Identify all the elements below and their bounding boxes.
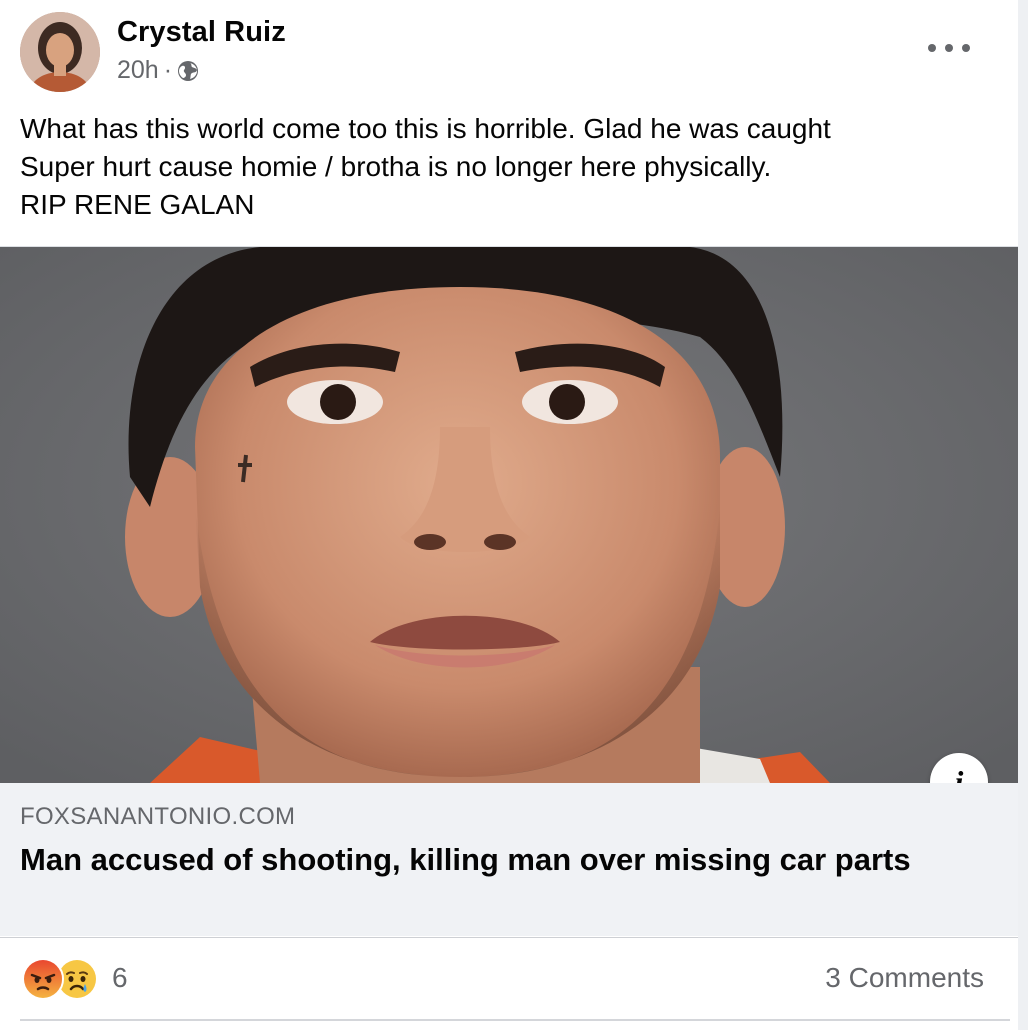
globe-icon[interactable] (177, 60, 199, 82)
post-timestamp[interactable]: 20h (117, 56, 159, 85)
author-avatar[interactable] (20, 12, 100, 92)
facebook-post: Crystal Ruiz 20h · What has this world c… (0, 0, 1018, 1030)
more-options-icon[interactable] (928, 38, 970, 58)
link-preview-card[interactable]: i FOXSANANTONIO.COM Man accused of shoot… (0, 246, 1018, 938)
reaction-icons[interactable] (22, 958, 102, 1000)
reactions-bar: 6 3 Comments (0, 936, 1018, 1022)
link-domain: FOXSANANTONIO.COM (20, 803, 296, 830)
more-dot (928, 44, 936, 52)
link-preview-footer[interactable]: FOXSANANTONIO.COM Man accused of shootin… (0, 783, 1018, 936)
post-text: What has this world come too this is hor… (20, 110, 1000, 224)
article-photo[interactable] (0, 247, 1018, 783)
divider (20, 1019, 1010, 1021)
more-dot (962, 44, 970, 52)
reaction-count[interactable]: 6 (112, 962, 128, 994)
author-name[interactable]: Crystal Ruiz (117, 16, 286, 49)
post-text-line: Super hurt cause homie / brotha is no lo… (20, 151, 772, 182)
post-meta: 20h · (117, 56, 199, 85)
more-dot (945, 44, 953, 52)
post-header: Crystal Ruiz 20h · (20, 12, 1000, 94)
post-text-line: What has this world come too this is hor… (20, 113, 831, 144)
link-headline[interactable]: Man accused of shooting, killing man ove… (20, 839, 920, 881)
post-text-line: RIP RENE GALAN (20, 189, 255, 220)
meta-separator: · (163, 56, 173, 84)
comments-count[interactable]: 3 Comments (825, 962, 984, 994)
feed-edge (1018, 0, 1028, 1030)
angry-reaction-icon (22, 958, 64, 1000)
